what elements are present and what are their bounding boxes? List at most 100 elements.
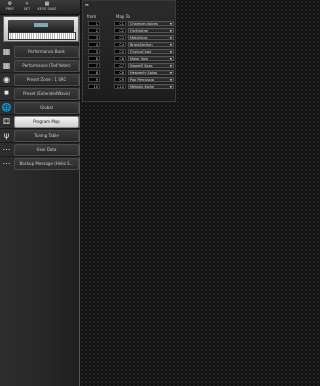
menu-item-global[interactable]: 🌐 Global (0, 101, 80, 114)
program-name: Major Solo (130, 57, 149, 61)
table-row: 7 C7 Sweetfl Saxo ▼ (87, 63, 175, 69)
program-select[interactable]: Melodic Kalim ▼ (128, 84, 174, 89)
grid-icon: ▦ (2, 61, 11, 70)
chevron-down-icon: ▼ (169, 50, 172, 54)
program-map-panel: ▾▸ from Map To 1 C1 Chamber-Voices ▼ 2 C2… (82, 0, 176, 102)
chevron-down-icon: ▼ (169, 78, 172, 82)
menu-item-label[interactable]: Performance (Ted'Voter) (14, 60, 79, 72)
from-value[interactable]: 6 (88, 56, 100, 61)
menu-item-label[interactable]: Performance Bank (14, 46, 79, 58)
bank-value[interactable]: C1 (114, 21, 126, 26)
program-select[interactable]: Pop Percussio ▼ (128, 77, 174, 82)
menu-item-performance[interactable]: ▦ Performance (Ted'Voter) (0, 59, 80, 72)
menu-item-performance-bank[interactable]: ▦ Performance Bank (0, 45, 80, 58)
left-sidebar: ⚙ PREF ✧ SET ▦ KEYS SAVE ▦ Performance B… (0, 0, 80, 386)
from-value[interactable]: 8 (88, 70, 100, 75)
from-value[interactable]: 4 (88, 42, 100, 47)
table-row: 10 C10 Melodic Kalim ▼ (87, 84, 175, 90)
panel-title: ▾▸ (85, 2, 90, 7)
synth-keyboard (8, 32, 76, 40)
from-value[interactable]: 10 (88, 84, 100, 89)
tuning-fork-icon: ψ (3, 131, 10, 140)
synth-display (34, 23, 48, 27)
bank-value[interactable]: C9 (114, 77, 126, 82)
program-select[interactable]: Major Solo ▼ (128, 56, 174, 61)
bank-value[interactable]: C7 (114, 63, 126, 68)
synth-body (8, 20, 74, 32)
table-row: 2 C2 Orchestral ▼ (87, 28, 175, 34)
program-name: Heavenly Saloo (130, 71, 158, 75)
table-row: 6 C6 Major Solo ▼ (87, 56, 175, 62)
from-value[interactable]: 5 (88, 49, 100, 54)
program-name: ChorusChoir (130, 50, 152, 54)
square-icon: ■ (4, 90, 9, 96)
program-select[interactable]: Heavenly Saloo ▼ (128, 70, 174, 75)
dots-icon: ⋯ (2, 159, 11, 168)
pref-button[interactable]: ⚙ PREF (1, 1, 19, 13)
keys-save-button[interactable]: ▦ KEYS SAVE (36, 1, 58, 13)
table-row: 4 C4 BrassSection ▼ (87, 42, 175, 48)
program-name: Sweetfl Saxo (130, 64, 153, 68)
from-value[interactable]: 9 (88, 77, 100, 82)
program-name: Orchestral (130, 29, 149, 33)
menu-item-label[interactable]: Preset (ExtendedWave) (14, 88, 79, 100)
chevron-down-icon: ▼ (169, 36, 172, 40)
program-select[interactable]: BrassSection ▼ (128, 42, 174, 47)
synth-image (3, 16, 79, 42)
chevron-down-icon: ▼ (169, 57, 172, 61)
program-select[interactable]: Chamber-Voices ▼ (128, 21, 174, 26)
chevron-down-icon: ▼ (169, 71, 172, 75)
from-value[interactable]: 3 (88, 35, 100, 40)
menu-item-program-map[interactable]: ⚃ Program Map (0, 115, 80, 128)
menu-item-label[interactable]: Program Map (14, 116, 79, 128)
dots-icon: ⋯ (2, 145, 11, 154)
menu-item-backup-message[interactable]: ⋯ Backup Message (Hello S... (0, 157, 80, 170)
set-button[interactable]: ✧ SET (18, 1, 36, 13)
menu-item-label[interactable]: Global (14, 102, 79, 114)
bank-value[interactable]: C3 (114, 35, 126, 40)
program-select[interactable]: Orchestral ▼ (128, 28, 174, 33)
program-name: Matallicos (130, 36, 148, 40)
table-row: 3 C3 Matallicos ▼ (87, 35, 175, 41)
column-header-map-to: Map To (116, 14, 130, 19)
bank-value[interactable]: C4 (114, 42, 126, 47)
chevron-down-icon: ▼ (169, 22, 172, 26)
program-name: Chamber-Voices (130, 22, 159, 26)
from-value[interactable]: 7 (88, 63, 100, 68)
menu-item-user-data[interactable]: ⋯ User Data (0, 143, 80, 156)
table-row: 5 C5 ChorusChoir ▼ (87, 49, 175, 55)
chevron-down-icon: ▼ (169, 43, 172, 47)
menu-item-preset[interactable]: ■ Preset (ExtendedWave) (0, 87, 80, 100)
chevron-down-icon: ▼ (169, 64, 172, 68)
program-name: BrassSection (130, 43, 153, 47)
from-value[interactable]: 1 (88, 21, 100, 26)
program-select[interactable]: Sweetfl Saxo ▼ (128, 63, 174, 68)
dice-icon: ⚃ (3, 117, 10, 126)
chevron-down-icon: ▼ (169, 85, 172, 89)
program-name: Pop Percussio (130, 78, 154, 82)
bank-value[interactable]: C5 (114, 49, 126, 54)
column-header-from: from (87, 14, 97, 19)
bank-value[interactable]: C2 (114, 28, 126, 33)
bank-value[interactable]: C6 (114, 56, 126, 61)
menu-item-tuning-table[interactable]: ψ Tuning Table (0, 129, 80, 142)
menu-item-label[interactable]: Preset Zone : 1 SRC (14, 74, 79, 86)
program-select[interactable]: Matallicos ▼ (128, 35, 174, 40)
grid-icon: ▦ (2, 47, 11, 56)
menu-item-label[interactable]: User Data (14, 144, 79, 156)
table-row: 1 C1 Chamber-Voices ▼ (87, 21, 175, 27)
from-value[interactable]: 2 (88, 28, 100, 33)
circle-icon: ◉ (3, 75, 10, 84)
chevron-down-icon: ▼ (169, 29, 172, 33)
bank-value[interactable]: C8 (114, 70, 126, 75)
menu-item-label[interactable]: Backup Message (Hello S... (14, 158, 79, 170)
menu-item-preset-zone[interactable]: ◉ Preset Zone : 1 SRC (0, 73, 80, 86)
globe-icon: 🌐 (1, 103, 12, 112)
program-select[interactable]: ChorusChoir ▼ (128, 49, 174, 54)
bank-value[interactable]: C10 (114, 84, 126, 89)
menu-item-label[interactable]: Tuning Table (14, 130, 79, 142)
program-name: Melodic Kalim (130, 85, 155, 89)
toolbar: ⚙ PREF ✧ SET ▦ KEYS SAVE (0, 0, 80, 15)
table-row: 8 C8 Heavenly Saloo ▼ (87, 70, 175, 76)
table-row: 9 C9 Pop Percussio ▼ (87, 77, 175, 83)
